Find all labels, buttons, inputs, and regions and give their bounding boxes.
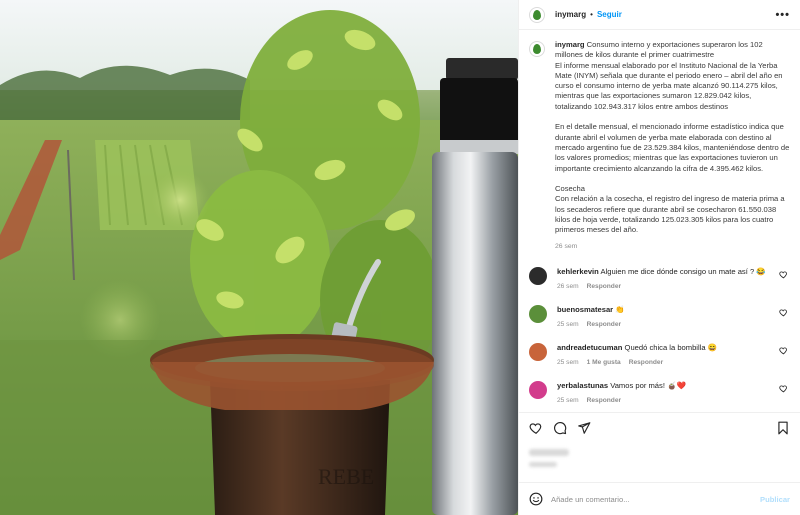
comment-timestamp: 25 sem [557, 397, 579, 405]
reply-button[interactable]: Responder [587, 283, 621, 290]
yerba-leaf-icon [533, 44, 541, 54]
caption-section-title: Cosecha [555, 184, 585, 194]
likes-section [519, 442, 800, 482]
reply-button[interactable]: Responder [587, 397, 621, 404]
more-options-icon[interactable]: ••• [775, 9, 790, 21]
comment-username[interactable]: andreadetucuman [557, 343, 622, 352]
follow-button[interactable]: Seguir [597, 10, 622, 19]
comment-meta: 25 sem Responder [557, 321, 629, 328]
caption-paragraph-3: Con relación a la cosecha, el registro d… [555, 194, 785, 235]
comment-text: Quedó chica la bombilla 😄 [624, 343, 718, 353]
post-side-panel: inymarg • Seguir ••• inymarg Consumo int… [518, 0, 800, 515]
comment-item: kehlerkevin Alguien me dice dónde consig… [529, 267, 790, 290]
caption-timestamp: 26 sem [555, 242, 578, 250]
comment-username[interactable]: buenosmatesar [557, 305, 613, 314]
post-photo[interactable]: REBE [0, 0, 518, 515]
comment-likes-count[interactable]: 1 Me gusta [587, 359, 621, 366]
comment-body: buenosmatesar 👏 25 sem Responder [557, 305, 629, 328]
caption-text: inymarg Consumo interno y exportaciones … [555, 40, 790, 252]
gourd-engraving: REBE [318, 464, 374, 489]
header-username[interactable]: inymarg [555, 10, 586, 19]
share-icon[interactable] [577, 421, 591, 435]
caption-paragraph-1: El informe mensual elaborado por el Inst… [555, 60, 783, 111]
caption-headline: Consumo interno y exportaciones superaro… [555, 40, 763, 60]
avatar[interactable] [529, 267, 547, 286]
heart-icon[interactable] [779, 308, 788, 317]
emoji-icon[interactable] [529, 492, 543, 506]
comment-item: andreadetucuman Quedó chica la bombilla … [529, 343, 790, 366]
avatar[interactable] [529, 381, 547, 400]
heart-icon[interactable] [529, 421, 543, 435]
heart-icon[interactable] [779, 384, 788, 393]
comment-item: buenosmatesar 👏 25 sem Responder [529, 305, 790, 328]
comment-item: yerbalastunas Vamos por más! 🧉❤️ 25 sem Re… [529, 381, 790, 404]
comment-username[interactable]: kehlerkevin [557, 267, 599, 276]
avatar[interactable] [529, 305, 547, 324]
reply-button[interactable]: Responder [629, 359, 663, 366]
separator-dot: • [590, 10, 593, 19]
post-header: inymarg • Seguir ••• [519, 0, 800, 30]
comment-list: kehlerkevin Alguien me dice dónde consig… [529, 267, 790, 404]
avatar[interactable] [529, 343, 547, 362]
post-date-blurred [529, 462, 557, 467]
comment-text: Alguien me dice dónde consigo un mate as… [600, 267, 766, 277]
comment-text: Vamos por más! 🧉❤️ [610, 381, 686, 391]
post-caption: inymarg Consumo interno y exportaciones … [529, 40, 790, 252]
mate-photo-illustration: REBE [0, 0, 518, 515]
bookmark-icon[interactable] [776, 421, 790, 435]
comment-meta: 26 sem Responder [557, 283, 766, 290]
add-comment-bar: Publicar [519, 482, 800, 515]
comment-input[interactable] [551, 494, 761, 504]
caption-paragraph-2: En el detalle mensual, el mencionado inf… [555, 122, 790, 173]
instagram-post: REBE inymarg • Seguir ••• inymarg Consum… [0, 0, 800, 515]
avatar[interactable] [529, 41, 545, 57]
comment-text: 👏 [615, 305, 625, 315]
comment-username[interactable]: yerbalastunas [557, 381, 608, 390]
comment-timestamp: 25 sem [557, 359, 579, 367]
comment-timestamp: 26 sem [557, 283, 579, 291]
avatar[interactable] [529, 6, 545, 23]
heart-icon[interactable] [779, 270, 788, 279]
action-bar [519, 412, 800, 442]
likes-count-blurred [529, 449, 569, 456]
comment-meta: 25 sem Responder [557, 397, 686, 404]
comment-icon[interactable] [553, 421, 567, 435]
comments-scroll-area[interactable]: inymarg Consumo interno y exportaciones … [519, 30, 800, 412]
caption-username[interactable]: inymarg [555, 40, 585, 49]
heart-icon[interactable] [779, 346, 788, 355]
comment-timestamp: 25 sem [557, 321, 579, 329]
yerba-leaf-icon [533, 9, 541, 20]
comment-body: yerbalastunas Vamos por más! 🧉❤️ 25 sem Re… [557, 381, 686, 404]
publish-button[interactable]: Publicar [760, 495, 790, 504]
comment-body: andreadetucuman Quedó chica la bombilla … [557, 343, 717, 366]
comment-body: kehlerkevin Alguien me dice dónde consig… [557, 267, 766, 290]
comment-meta: 25 sem 1 Me gusta Responder [557, 359, 717, 366]
reply-button[interactable]: Responder [587, 321, 621, 328]
